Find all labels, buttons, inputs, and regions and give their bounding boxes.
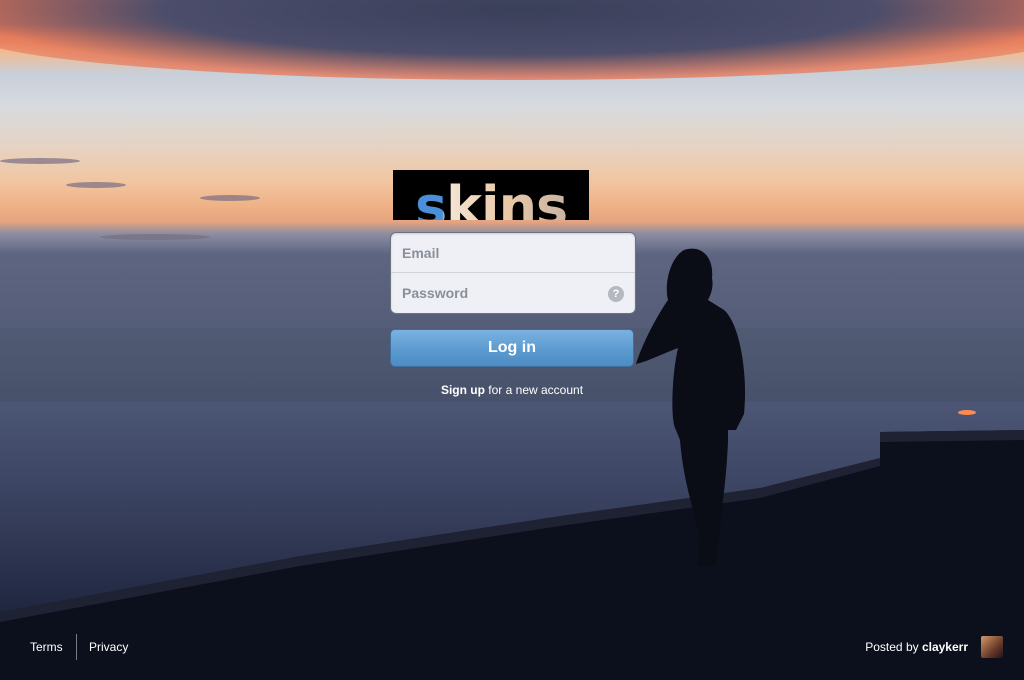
- email-field[interactable]: [391, 233, 635, 273]
- site-logo: skins: [393, 170, 589, 220]
- cloud-wisp: [100, 234, 210, 240]
- photographer-name[interactable]: claykerr: [922, 640, 968, 654]
- silhouette-person: [636, 248, 746, 567]
- signup-link[interactable]: Sign up: [441, 383, 485, 397]
- credentials-box: ?: [390, 232, 636, 314]
- privacy-link[interactable]: Privacy: [89, 640, 128, 654]
- cloud-wisp: [200, 195, 260, 201]
- terms-link[interactable]: Terms: [30, 640, 63, 654]
- question-circle-icon[interactable]: ?: [608, 286, 624, 302]
- posted-prefix: Posted by: [865, 640, 922, 654]
- signup-prompt: Sign up for a new account: [390, 383, 634, 397]
- cloud-wisp: [0, 158, 80, 164]
- user-avatar[interactable]: [981, 636, 1003, 658]
- photo-credit: Posted by claykerr: [865, 640, 968, 654]
- password-field[interactable]: [391, 273, 635, 313]
- cloud-wisp: [66, 182, 126, 188]
- login-button[interactable]: Log in: [390, 329, 634, 367]
- footer-divider: [76, 634, 77, 660]
- sun-glint: [958, 410, 976, 415]
- logo-text: skins: [415, 180, 568, 221]
- signup-suffix: for a new account: [484, 383, 584, 397]
